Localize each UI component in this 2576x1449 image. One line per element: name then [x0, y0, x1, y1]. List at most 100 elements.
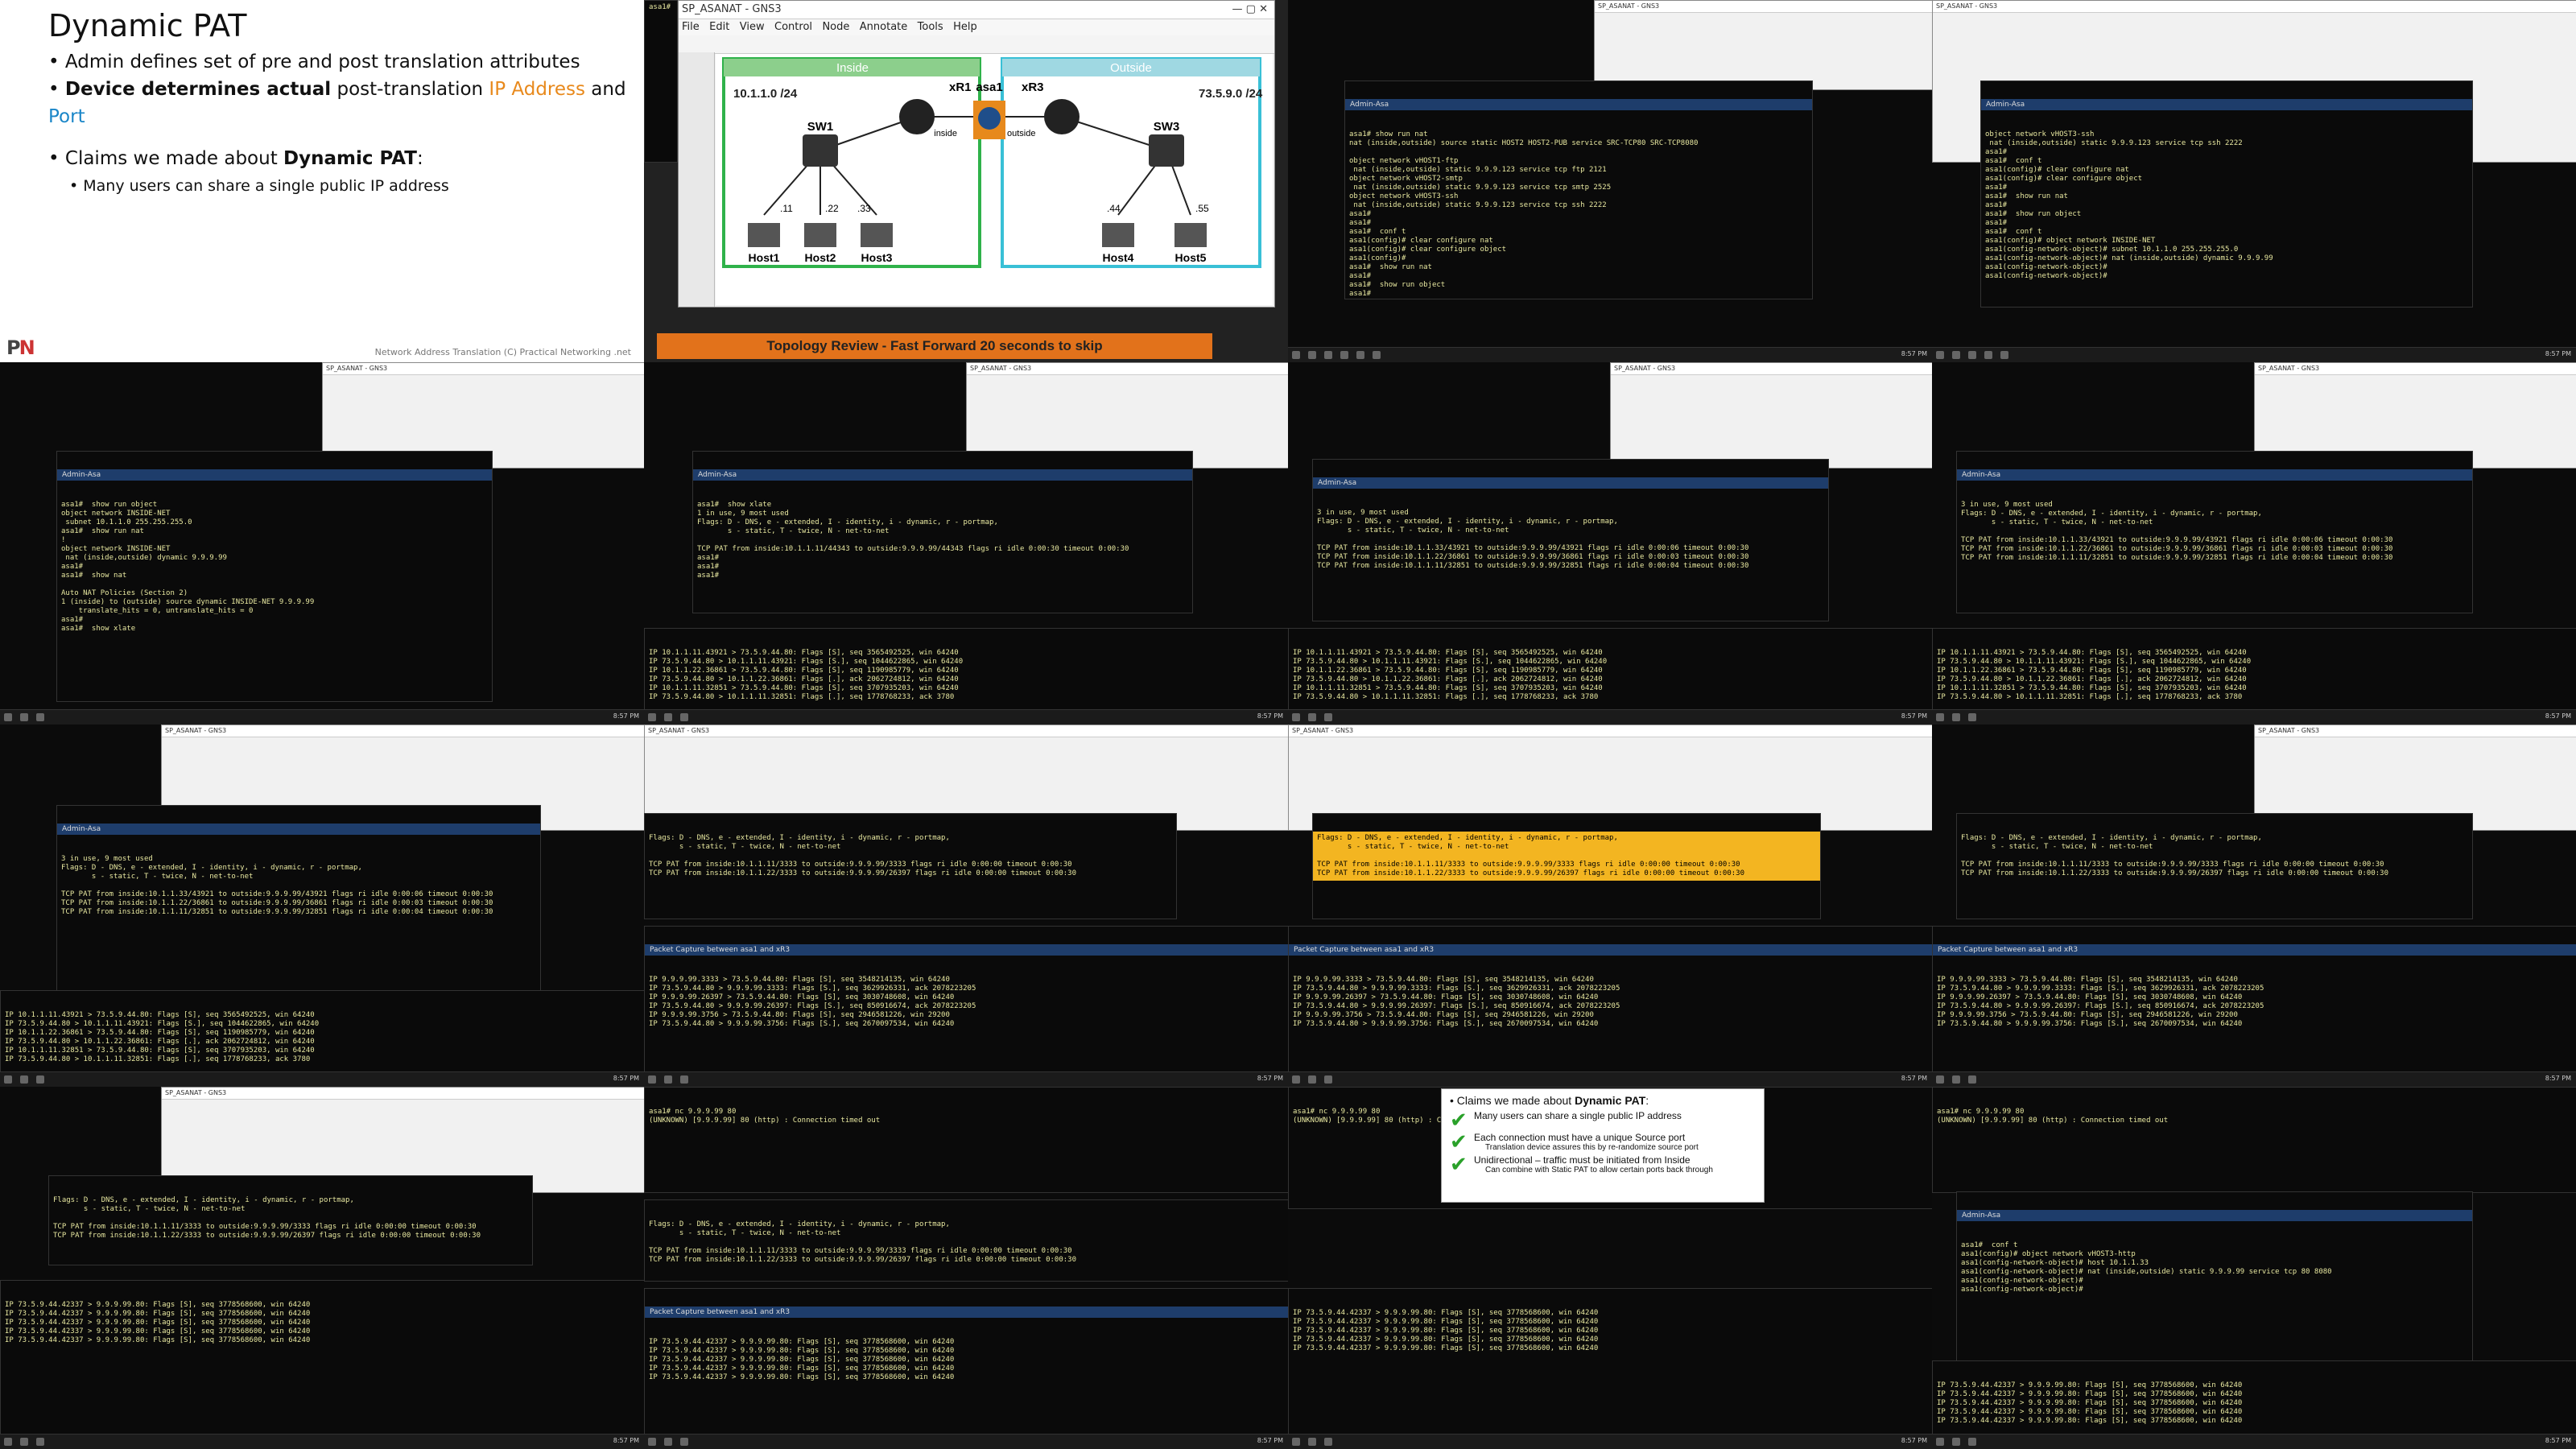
capture-terminal[interactable]: Packet Capture between asa1 and xR3 IP 7…	[644, 1288, 1288, 1435]
capture-terminal[interactable]: Packet Capture between asa1 and xR3 IP 9…	[644, 926, 1288, 1072]
terminal-title: Admin-Asa	[1345, 99, 1812, 110]
taskbar[interactable]: 8:57 PM	[644, 1071, 1288, 1087]
host-5[interactable]: Host5 .55	[1174, 203, 1209, 264]
taskbar[interactable]: 8:57 PM	[1932, 1071, 2576, 1087]
host-ip: .22	[825, 203, 839, 214]
asa-terminal[interactable]: Admin-Asa 3 in use, 9 most used Flags: D…	[1312, 459, 1829, 621]
claim-subtext: Translation device assures this by re-ra…	[1485, 1143, 1699, 1152]
router-xr3[interactable]: xR3	[1022, 80, 1080, 134]
topology-canvas[interactable]: Inside Outside 10.1.1.0 /24 73.5.9.0 /24	[716, 54, 1273, 305]
gns3-mini-window[interactable]: SP_ASANAT - GNS3	[1594, 0, 1932, 90]
asa-terminal[interactable]: Flags: D - DNS, e - extended, I - identi…	[1956, 813, 2473, 919]
asa-terminal[interactable]: Admin-Asa object network vHOST3-ssh nat …	[1980, 80, 2473, 308]
taskbar[interactable]: 8:57 PM	[1932, 347, 2576, 362]
gns3-mini-window[interactable]: SP_ASANAT - GNS3	[1610, 362, 1932, 469]
menu-item[interactable]: Edit	[709, 21, 729, 33]
taskbar[interactable]: 8:57 PM	[0, 1434, 644, 1449]
clock: 8:57 PM	[1901, 350, 1927, 357]
host-terminal[interactable]: asa1# nc 9.9.9.99 80 (UNKNOWN) [9.9.9.99…	[1932, 1087, 2576, 1193]
menu-item[interactable]: Control	[774, 21, 812, 33]
clock: 8:57 PM	[1901, 712, 1927, 720]
terminal-text: Flags: D - DNS, e - extended, I - identi…	[53, 1196, 481, 1240]
capture-terminal[interactable]: Packet Capture between asa1 and xR3 IP 9…	[1932, 926, 2576, 1072]
host-ip: .55	[1195, 203, 1209, 214]
asa-terminal[interactable]: Flags: D - DNS, e - extended, I - identi…	[644, 813, 1177, 919]
host-2[interactable]: Host2 .22	[804, 203, 839, 264]
tile-nc-test: asa1# nc 9.9.9.99 80 (UNKNOWN) [9.9.9.99…	[644, 1087, 1288, 1449]
window-controls[interactable]: — ▢ ✕	[1232, 1, 1274, 19]
menu-item[interactable]: Annotate	[860, 21, 907, 33]
asa-terminal[interactable]: Admin-Asa 3 in use, 9 most used Flags: D…	[1956, 451, 2473, 613]
host-label: Host2	[805, 251, 836, 264]
claims-popup: • Claims we made about Dynamic PAT: ✔ Ma…	[1441, 1088, 1765, 1203]
menu-item[interactable]: File	[682, 21, 700, 33]
capture-terminal[interactable]: IP 10.1.1.11.43921 > 73.5.9.44.80: Flags…	[644, 628, 1288, 710]
claim-subtext: Can combine with Static PAT to allow cer…	[1485, 1166, 1713, 1174]
terminal-title: Admin-Asa	[1313, 477, 1828, 489]
gns3-device-sidebar[interactable]	[679, 52, 715, 307]
menu-item[interactable]: Tools	[918, 21, 943, 33]
taskbar[interactable]: 8:57 PM	[1932, 1434, 2576, 1449]
window-title: SP_ASANAT - GNS3	[323, 363, 644, 375]
window-title: SP_ASANAT - GNS3	[2255, 363, 2576, 375]
window-title: SP_ASANAT - GNS3	[1933, 1, 2576, 13]
window-title: SP_ASANAT - GNS3	[645, 725, 1288, 737]
capture-terminal[interactable]: IP 73.5.9.44.42337 > 9.9.9.99.80: Flags …	[0, 1280, 644, 1435]
gns3-window[interactable]: SP_ASANAT - GNS3 — ▢ ✕ File Edit View Co…	[678, 0, 1275, 308]
asa-terminal[interactable]: Flags: D - DNS, e - extended, I - identi…	[644, 1199, 1288, 1282]
tile-xlate-3333-a: SP_ASANAT - GNS3 Admin-Asa 3 in use, 9 m…	[0, 724, 644, 1087]
switch-sw3[interactable]: SW3	[1149, 120, 1184, 167]
capture-terminal[interactable]: IP 73.5.9.44.42337 > 9.9.9.99.80: Flags …	[1288, 1288, 1932, 1435]
host-4[interactable]: Host4 .44	[1102, 203, 1134, 264]
ip-address-term: IP Address	[489, 79, 585, 100]
slide-title: Dynamic PAT	[48, 8, 247, 43]
taskbar[interactable]: 8:57 PM	[1288, 347, 1932, 362]
bullet-bold: Device determines actual	[64, 79, 332, 100]
capture-terminal[interactable]: IP 10.1.1.11.43921 > 73.5.9.44.80: Flags…	[1932, 628, 2576, 710]
terminal-title: Admin-Asa	[1981, 99, 2472, 110]
host-terminal[interactable]: asa1# nc 9.9.9.99 80 (UNKNOWN) [9.9.9.99…	[644, 1087, 1288, 1193]
left-subnet: 10.1.1.0 /24	[733, 87, 798, 101]
clock: 8:57 PM	[1257, 1437, 1283, 1444]
tile-claims: asa1# nc 9.9.9.99 80 (UNKNOWN) [9.9.9.99…	[1288, 1087, 1932, 1449]
asa-terminal[interactable]: Admin-Asa asa1# conf t asa1(config)# obj…	[1956, 1191, 2473, 1362]
bullet-bold: Dynamic PAT	[283, 148, 417, 169]
checkmark-icon: ✔	[1450, 1129, 1468, 1154]
taskbar[interactable]: 8:57 PM	[0, 709, 644, 724]
clock: 8:57 PM	[1901, 1437, 1927, 1444]
capture-terminal[interactable]: IP 73.5.9.44.42337 > 9.9.9.99.80: Flags …	[1932, 1360, 2576, 1435]
gns3-toolbar[interactable]	[679, 35, 1274, 54]
asa-terminal[interactable]: Admin-Asa asa1# show xlate 1 in use, 9 m…	[692, 451, 1193, 613]
capture-terminal[interactable]: IP 10.1.1.11.43921 > 73.5.9.44.80: Flags…	[1288, 628, 1932, 710]
taskbar[interactable]: 8:57 PM	[644, 1434, 1288, 1449]
menu-item[interactable]: Help	[953, 21, 977, 33]
terminal-text: asa1# conf t asa1(config)# object networ…	[1961, 1241, 2332, 1294]
taskbar[interactable]: 8:57 PM	[1288, 1434, 1932, 1449]
menu-item[interactable]: Node	[822, 21, 849, 33]
switch-sw1[interactable]: SW1	[803, 120, 838, 167]
host-1[interactable]: Host1 .11	[748, 203, 793, 264]
asa-terminal[interactable]: Admin-Asa asa1# show run nat nat (inside…	[1344, 80, 1813, 299]
taskbar[interactable]: 8:57 PM	[1288, 709, 1932, 724]
clock: 8:57 PM	[2545, 350, 2571, 357]
checkmark-icon: ✔	[1450, 1152, 1468, 1176]
switch-label: SW3	[1154, 120, 1180, 134]
terminal-title: Admin-Asa	[1957, 469, 2472, 481]
claims-heading-text: :	[1645, 1094, 1649, 1107]
host-label: Host5	[1175, 251, 1207, 264]
menu-item[interactable]: View	[740, 21, 765, 33]
router-xr1[interactable]: xR1	[899, 80, 972, 134]
taskbar[interactable]: 8:57 PM	[0, 1071, 644, 1087]
taskbar[interactable]: 8:57 PM	[644, 709, 1288, 724]
port-term: Port	[48, 106, 85, 127]
capture-terminal[interactable]: IP 10.1.1.11.43921 > 73.5.9.44.80: Flags…	[0, 990, 644, 1072]
asa-terminal[interactable]: Flags: D - DNS, e - extended, I - identi…	[48, 1175, 533, 1265]
asa-terminal[interactable]: Admin-Asa 3 in use, 9 most used Flags: D…	[56, 805, 541, 992]
capture-terminal[interactable]: Packet Capture between asa1 and xR3 IP 9…	[1288, 926, 1932, 1072]
tile-show-xlate-1: SP_ASANAT - GNS3 Admin-Asa asa1# show xl…	[644, 362, 1288, 724]
taskbar[interactable]: 8:57 PM	[1932, 709, 2576, 724]
window-title: SP_ASANAT - GNS3	[162, 725, 644, 737]
asa-terminal[interactable]: Flags: D - DNS, e - extended, I - identi…	[1312, 813, 1821, 919]
taskbar[interactable]: 8:57 PM	[1288, 1071, 1932, 1087]
asa-terminal[interactable]: Admin-Asa asa1# show run object object n…	[56, 451, 493, 702]
